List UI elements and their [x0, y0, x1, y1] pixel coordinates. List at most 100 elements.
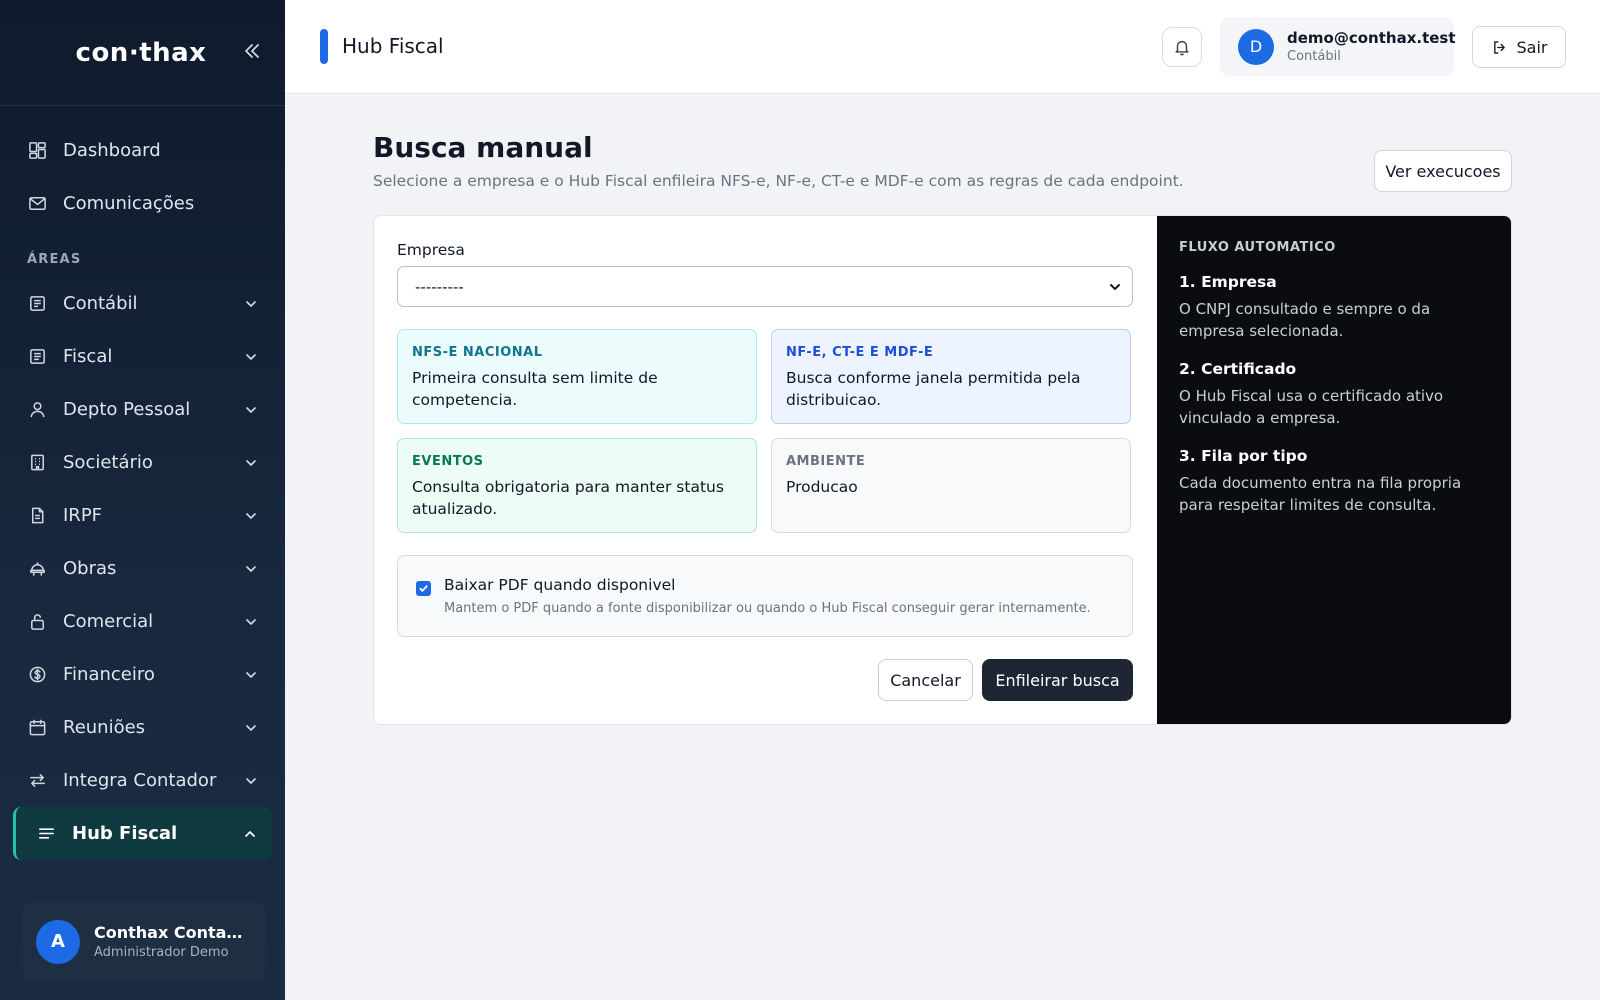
chevron-down-icon — [243, 773, 259, 789]
sidebar-item-label: Comercial — [63, 611, 154, 632]
info-tile-ambiente: AMBIENTE Producao — [771, 438, 1131, 533]
chevron-down-icon — [243, 614, 259, 630]
mail-icon — [27, 194, 47, 214]
sidebar-item-label: Integra Contador — [63, 770, 217, 791]
chevron-down-icon — [243, 402, 259, 418]
fluxo-step: 2. Certificado O Hub Fiscal usa o certif… — [1179, 360, 1491, 429]
user-info: Conthax Contabilidade Administrador Demo — [94, 923, 252, 960]
sidebar-item-fiscal[interactable]: Fiscal — [0, 330, 285, 383]
user-icon — [27, 400, 47, 420]
account-role: Contábil — [1287, 49, 1341, 64]
enfileirar-busca-button[interactable]: Enfileirar busca — [982, 659, 1133, 701]
chevron-down-icon — [243, 720, 259, 736]
logout-icon — [1491, 39, 1508, 56]
empresa-select[interactable]: --------- — [397, 266, 1133, 307]
collapse-sidebar-icon[interactable] — [239, 38, 265, 64]
empresa-label: Empresa — [397, 241, 465, 259]
sidebar-item-label: IRPF — [63, 505, 103, 526]
sidebar-item-label: Dashboard — [63, 140, 161, 161]
tile-title: NFS-E NACIONAL — [412, 345, 543, 360]
chevron-down-icon — [243, 561, 259, 577]
step-title: 2. Certificado — [1179, 360, 1297, 378]
account-menu[interactable]: D demo@conthax.test Contábil — [1220, 17, 1456, 76]
account-info: demo@conthax.test Contábil — [1287, 29, 1456, 64]
chevron-down-icon — [1108, 280, 1122, 294]
sidebar-item-dashboard[interactable]: Dashboard — [0, 124, 285, 177]
avatar: A — [36, 919, 80, 964]
avatar: D — [1238, 28, 1274, 65]
chevron-down-icon — [243, 455, 259, 471]
sidebar-item-comunicacoes[interactable]: Comunicações — [0, 177, 285, 230]
info-tile-nfe: NF-E, CT-E E MDF-E Busca conforme janela… — [771, 329, 1131, 424]
title-accent-bar — [320, 29, 328, 64]
sidebar-item-hub-fiscal[interactable]: Hub Fiscal — [13, 807, 272, 860]
pdf-option: Baixar PDF quando disponivel Mantem o PD… — [397, 555, 1133, 637]
tile-title: NF-E, CT-E E MDF-E — [786, 345, 934, 360]
lock-icon — [27, 612, 47, 632]
sidebar-item-contabil[interactable]: Contábil — [0, 277, 285, 330]
transfer-icon — [27, 771, 47, 791]
sidebar-section-label: ÁREAS — [27, 252, 82, 267]
brand-logo: con·thax — [75, 37, 207, 68]
pdf-checkbox[interactable] — [416, 581, 431, 596]
page-title: Busca manual — [373, 131, 593, 164]
account-email: demo@conthax.test — [1287, 29, 1456, 47]
step-desc: Cada documento entra na fila propria par… — [1179, 474, 1462, 514]
tile-desc: Primeira consulta sem limite de competen… — [412, 369, 658, 409]
cancel-button[interactable]: Cancelar — [878, 659, 973, 701]
logout-button[interactable]: Sair — [1472, 26, 1566, 68]
sidebar-nav: Dashboard Comunicações ÁREAS Contábil Fi… — [0, 106, 285, 860]
step-title: 3. Fila por tipo — [1179, 447, 1308, 465]
dollar-icon — [27, 665, 47, 685]
sidebar-item-label: Depto Pessoal — [63, 399, 191, 420]
notifications-button[interactable] — [1162, 27, 1202, 67]
bell-icon — [1173, 38, 1191, 56]
chevron-down-icon — [243, 667, 259, 683]
tile-desc: Busca conforme janela permitida pela dis… — [786, 369, 1081, 409]
fluxo-heading: FLUXO AUTOMATICO — [1179, 240, 1336, 255]
pdf-option-title: Baixar PDF quando disponivel — [444, 576, 676, 594]
tile-desc: Consulta obrigatoria para manter status … — [412, 478, 724, 518]
fluxo-step: 3. Fila por tipo Cada documento entra na… — [1179, 447, 1491, 516]
sidebar-item-label: Obras — [63, 558, 117, 579]
ver-execucoes-button[interactable]: Ver execucoes — [1374, 150, 1512, 192]
sidebar-item-financeiro[interactable]: Financeiro — [0, 648, 285, 701]
fluxo-panel: FLUXO AUTOMATICO 1. Empresa O CNPJ consu… — [1157, 216, 1511, 724]
receipt-icon — [27, 347, 47, 367]
chevron-down-icon — [243, 349, 259, 365]
sidebar-item-reunioes[interactable]: Reuniões — [0, 701, 285, 754]
tile-title: AMBIENTE — [786, 454, 866, 469]
sidebar-item-integra-contador[interactable]: Integra Contador — [0, 754, 285, 807]
sidebar-item-depto-pessoal[interactable]: Depto Pessoal — [0, 383, 285, 436]
sidebar-item-obras[interactable]: Obras — [0, 542, 285, 595]
user-name: Conthax Contabilidade — [94, 923, 252, 942]
sidebar-item-irpf[interactable]: IRPF — [0, 489, 285, 542]
chevron-down-icon — [243, 508, 259, 524]
sidebar-item-label: Comunicações — [63, 193, 195, 214]
sidebar-item-label: Hub Fiscal — [72, 823, 178, 844]
logout-label: Sair — [1516, 37, 1548, 57]
building-icon — [27, 453, 47, 473]
busca-card: Empresa --------- NFS-E NACIONAL Primeir… — [373, 215, 1512, 725]
user-role: Administrador Demo — [94, 945, 229, 960]
sidebar-item-label: Societário — [63, 452, 153, 473]
dashboard-icon — [27, 141, 47, 161]
info-tile-eventos: EVENTOS Consulta obrigatoria para manter… — [397, 438, 757, 533]
chevron-up-icon — [242, 826, 258, 842]
sidebar-item-societario[interactable]: Societário — [0, 436, 285, 489]
sidebar-item-label: Reuniões — [63, 717, 146, 738]
document-icon — [27, 506, 47, 526]
chevron-down-icon — [243, 296, 259, 312]
sidebar-user-card[interactable]: A Conthax Contabilidade Administrador De… — [22, 902, 266, 981]
topbar: Hub Fiscal D demo@conthax.test Contábil … — [285, 0, 1600, 94]
page-header-title: Hub Fiscal — [342, 34, 444, 58]
tile-title: EVENTOS — [412, 454, 484, 469]
info-tile-nfse: NFS-E NACIONAL Primeira consulta sem lim… — [397, 329, 757, 424]
fluxo-step: 1. Empresa O CNPJ consultado e sempre o … — [1179, 273, 1491, 342]
step-desc: O CNPJ consultado e sempre o da empresa … — [1179, 300, 1431, 340]
empresa-select-value: --------- — [415, 277, 464, 296]
sidebar-item-comercial[interactable]: Comercial — [0, 595, 285, 648]
sidebar: con·thax Dashboard Comunicações ÁREAS Co… — [0, 0, 285, 1000]
tile-desc: Producao — [786, 478, 858, 496]
brand-header: con·thax — [0, 0, 285, 106]
